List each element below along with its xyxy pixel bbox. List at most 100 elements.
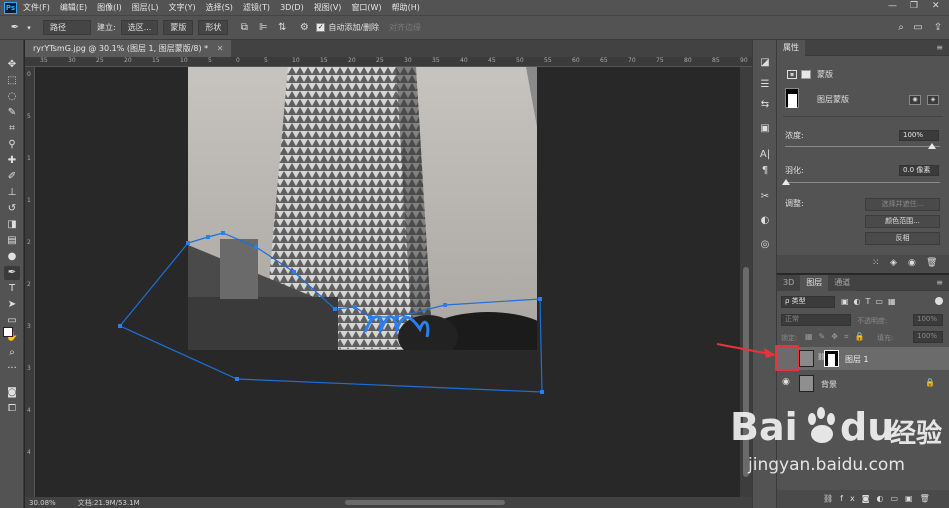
apply-mask-icon[interactable]: ◈ xyxy=(890,258,897,268)
zoom-level[interactable]: 30.08% xyxy=(29,499,56,507)
eyedropper-tool-icon[interactable]: ⚲ xyxy=(4,138,20,152)
menu-help[interactable]: 帮助(H) xyxy=(392,2,420,13)
menu-edit[interactable]: 编辑(E) xyxy=(60,2,87,13)
properties-icon[interactable]: ☰ xyxy=(758,78,772,92)
panel-menu-icon[interactable]: ≡ xyxy=(936,43,943,52)
make-selection-button[interactable]: 选区... xyxy=(120,20,159,35)
quick-select-tool-icon[interactable]: ✎ xyxy=(4,106,20,120)
adjustments-icon[interactable]: ⇆ xyxy=(758,98,772,112)
filter-kind-select[interactable]: ρ 类型 xyxy=(781,296,835,308)
tab-properties[interactable]: 属性 xyxy=(777,40,805,56)
eye-icon[interactable]: ◉ xyxy=(782,377,790,387)
pen-tool-icon[interactable]: ✒ xyxy=(9,22,21,34)
invert-button[interactable]: 反相 xyxy=(865,232,940,245)
chevron-down-icon[interactable]: ▾ xyxy=(23,22,35,34)
layer-row-background[interactable]: ◉ 背景 🔒 xyxy=(777,372,949,395)
tool-presets-icon[interactable]: ✂ xyxy=(758,190,772,204)
add-pixel-mask-icon[interactable]: ◉ xyxy=(909,95,921,105)
character-icon[interactable]: A| xyxy=(758,148,772,162)
filter-toggle-icon[interactable] xyxy=(935,297,943,305)
color-range-button[interactable]: 颜色范围... xyxy=(865,215,940,228)
make-mask-button[interactable]: 蒙版 xyxy=(163,20,194,35)
quick-mask-icon[interactable]: ◙ xyxy=(4,386,20,400)
brush-tool-icon[interactable]: ✐ xyxy=(4,170,20,184)
menu-filter[interactable]: 滤镜(T) xyxy=(243,2,270,13)
layer-mask-thumbnail[interactable] xyxy=(824,350,839,367)
blend-mode-select[interactable]: 正常 xyxy=(781,314,851,326)
layer-name[interactable]: 图层 1 xyxy=(845,354,869,365)
layer-row-layer-1[interactable]: ⛓ 图层 1 xyxy=(777,347,949,370)
horizontal-scroll-thumb[interactable] xyxy=(345,500,505,505)
load-selection-icon[interactable]: ⁙ xyxy=(872,258,880,268)
pen-tool-icon[interactable]: ✒ xyxy=(4,266,20,280)
menu-3d[interactable]: 3D(D) xyxy=(280,3,304,12)
dodge-tool-icon[interactable]: ● xyxy=(4,250,20,264)
healing-brush-tool-icon[interactable]: ✚ xyxy=(4,154,20,168)
trash-icon[interactable]: 🗑 xyxy=(926,258,937,268)
tool-mode-select[interactable]: 路径 xyxy=(43,20,91,35)
libraries-icon[interactable]: ▣ xyxy=(758,122,772,136)
eye-icon[interactable]: ◉ xyxy=(908,258,916,268)
menu-type[interactable]: 文字(Y) xyxy=(168,2,195,13)
make-shape-button[interactable]: 形状 xyxy=(198,20,229,35)
search-icon[interactable]: ⌕ xyxy=(895,22,907,34)
zoom-tool-icon[interactable]: ⌕ xyxy=(4,346,20,360)
minimize-icon[interactable]: — xyxy=(888,1,897,11)
layer-actions-icons[interactable]: ⛓fx◙◐▭▣🗑 xyxy=(823,494,937,503)
layer-name[interactable]: 背景 xyxy=(821,379,837,390)
auto-add-delete-checkbox[interactable]: ✓ xyxy=(316,23,326,32)
lock-icons[interactable]: ▦✎✥⌗🔒 xyxy=(805,332,870,342)
marquee-tool-icon[interactable]: ⬚ xyxy=(4,74,20,88)
gradient-tool-icon[interactable]: ▤ xyxy=(4,234,20,248)
more-tools-icon[interactable]: ··· xyxy=(4,362,20,376)
panel-menu-icon[interactable]: ≡ xyxy=(936,278,943,287)
density-field[interactable]: 100% xyxy=(899,130,939,141)
menu-select[interactable]: 选择(S) xyxy=(206,2,233,13)
share-icon[interactable]: ⇪ xyxy=(932,22,944,34)
density-slider-thumb[interactable] xyxy=(928,143,936,149)
pen-path-overlay[interactable] xyxy=(35,67,740,497)
brush-settings-icon[interactable]: ◐ xyxy=(758,214,772,228)
swatches-icon[interactable]: ◎ xyxy=(758,238,772,252)
menu-layer[interactable]: 图层(L) xyxy=(132,2,159,13)
menu-window[interactable]: 窗口(W) xyxy=(351,2,381,13)
type-tool-icon[interactable]: T xyxy=(4,282,20,296)
menu-view[interactable]: 视图(V) xyxy=(314,2,342,13)
tab-channels[interactable]: 通道 xyxy=(828,275,857,291)
eraser-tool-icon[interactable]: ◨ xyxy=(4,218,20,232)
move-tool-icon[interactable]: ✥ xyxy=(4,58,20,72)
rectangle-tool-icon[interactable]: ▭ xyxy=(4,314,20,328)
tab-layers[interactable]: 图层 xyxy=(800,275,829,291)
gear-icon[interactable]: ⚙ xyxy=(298,22,310,34)
workspace-icon[interactable]: ▭ xyxy=(912,22,924,34)
feather-slider-thumb[interactable] xyxy=(782,179,790,185)
path-operations-icon[interactable]: ⧉ xyxy=(238,22,250,34)
fill-field[interactable]: 100% xyxy=(913,331,943,343)
tab-3d[interactable]: 3D xyxy=(777,275,801,291)
foreground-color-swatch[interactable] xyxy=(3,327,13,337)
vector-mask-icon[interactable] xyxy=(801,70,811,79)
path-alignment-icon[interactable]: ⊫ xyxy=(257,22,269,34)
add-vector-mask-icon[interactable]: ◈ xyxy=(927,95,939,105)
path-arrangement-icon[interactable]: ⇅ xyxy=(276,22,288,34)
feather-field[interactable]: 0.0 像素 xyxy=(899,165,939,176)
menu-file[interactable]: 文件(F) xyxy=(23,2,50,13)
path-selection-tool-icon[interactable]: ➤ xyxy=(4,298,20,312)
close-tab-icon[interactable]: ✕ xyxy=(217,44,224,53)
history-icon[interactable]: ◪ xyxy=(758,56,772,70)
photoshop-logo-icon[interactable]: Ps xyxy=(4,1,17,14)
density-slider[interactable] xyxy=(785,146,940,147)
paragraph-icon[interactable]: ¶ xyxy=(758,164,772,178)
opacity-field[interactable]: 100% xyxy=(913,314,943,326)
select-and-mask-button[interactable]: 选择并遮住... xyxy=(865,198,940,211)
screen-mode-icon[interactable]: ⧠ xyxy=(4,402,20,416)
document-canvas[interactable] xyxy=(35,67,740,497)
document-tab[interactable]: ryrYTsmG.jpg @ 30.1% (图层 1, 图层蒙版/8) * ✕ xyxy=(25,40,232,57)
clone-stamp-tool-icon[interactable]: ⊥ xyxy=(4,186,20,200)
feather-slider[interactable] xyxy=(785,182,940,183)
crop-tool-icon[interactable]: ⌗ xyxy=(4,122,20,136)
lasso-tool-icon[interactable]: ◌ xyxy=(4,90,20,104)
filter-icons[interactable]: ▣◐T▭▦ xyxy=(841,297,901,306)
menu-image[interactable]: 图像(I) xyxy=(97,2,122,13)
history-brush-tool-icon[interactable]: ↺ xyxy=(4,202,20,216)
